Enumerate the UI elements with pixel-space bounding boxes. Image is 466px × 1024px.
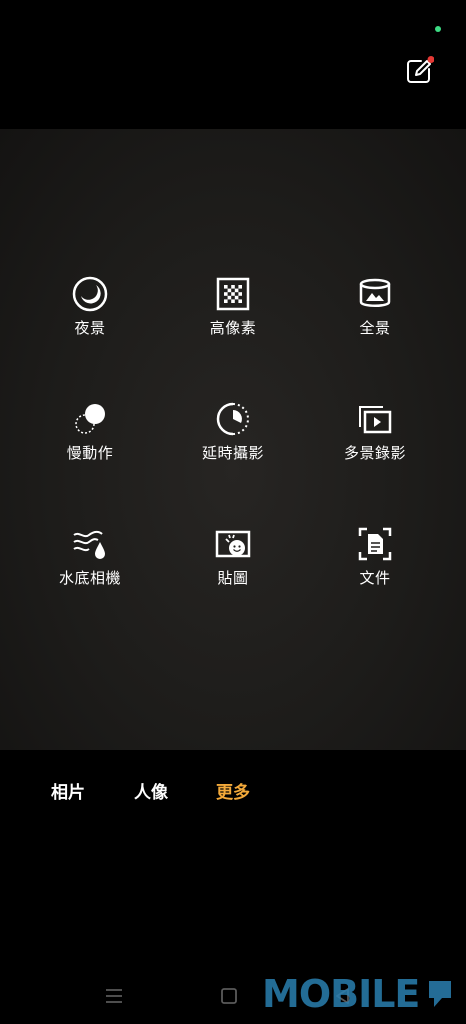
night-mode-icon	[72, 276, 108, 312]
mode-underwater[interactable]: 水底相機	[30, 526, 150, 606]
more-modes-panel: 夜景 高像素 全景 慢動作 延時攝影 多景錄影 水底相機 貼圖 文件	[0, 129, 466, 750]
edit-modes-button[interactable]	[404, 56, 434, 86]
mode-label: 多景錄影	[343, 444, 406, 462]
high-pixel-icon	[215, 276, 251, 312]
home-square-icon	[221, 988, 237, 1004]
mode-night[interactable]: 夜景	[30, 276, 150, 356]
multi-scene-video-icon	[357, 401, 393, 437]
camera-mode-tabs: 相片 人像 更多	[0, 770, 466, 810]
mode-time-lapse[interactable]: 延時攝影	[173, 401, 293, 481]
tab-photo[interactable]: 相片	[51, 778, 85, 803]
mode-high-pixel[interactable]: 高像素	[173, 276, 293, 356]
mode-label: 水底相機	[58, 569, 121, 587]
mode-label: 文件	[359, 569, 391, 587]
mode-label: 全景	[359, 319, 391, 337]
edit-pencil-icon	[407, 56, 434, 83]
panorama-icon	[357, 276, 393, 312]
time-lapse-icon	[215, 401, 251, 437]
tab-portrait[interactable]: 人像	[134, 778, 168, 803]
mode-panorama[interactable]: 全景	[315, 276, 435, 356]
mode-sticker[interactable]: 貼圖	[173, 526, 293, 606]
mode-label: 慢動作	[66, 444, 114, 462]
mode-document[interactable]: 文件	[315, 526, 435, 606]
sticker-icon	[215, 526, 251, 562]
mode-label: 延時攝影	[201, 444, 264, 462]
slow-motion-icon	[72, 401, 108, 437]
home-button[interactable]	[218, 985, 240, 1007]
document-scan-icon	[357, 526, 393, 562]
watermark-logo: MOBILE	[262, 972, 420, 1016]
status-indicator-dot	[435, 26, 441, 32]
tab-more[interactable]: 更多	[216, 778, 250, 803]
menu-button[interactable]	[103, 985, 125, 1007]
mode-label: 夜景	[74, 319, 106, 337]
underwater-camera-icon	[72, 526, 108, 562]
speech-bubble-icon	[428, 980, 452, 1010]
mode-slow-motion[interactable]: 慢動作	[30, 401, 150, 481]
mode-label: 高像素	[209, 319, 257, 337]
mode-multi-scene-video[interactable]: 多景錄影	[315, 401, 435, 481]
mode-label: 貼圖	[217, 569, 249, 587]
menu-icon	[106, 989, 122, 1003]
